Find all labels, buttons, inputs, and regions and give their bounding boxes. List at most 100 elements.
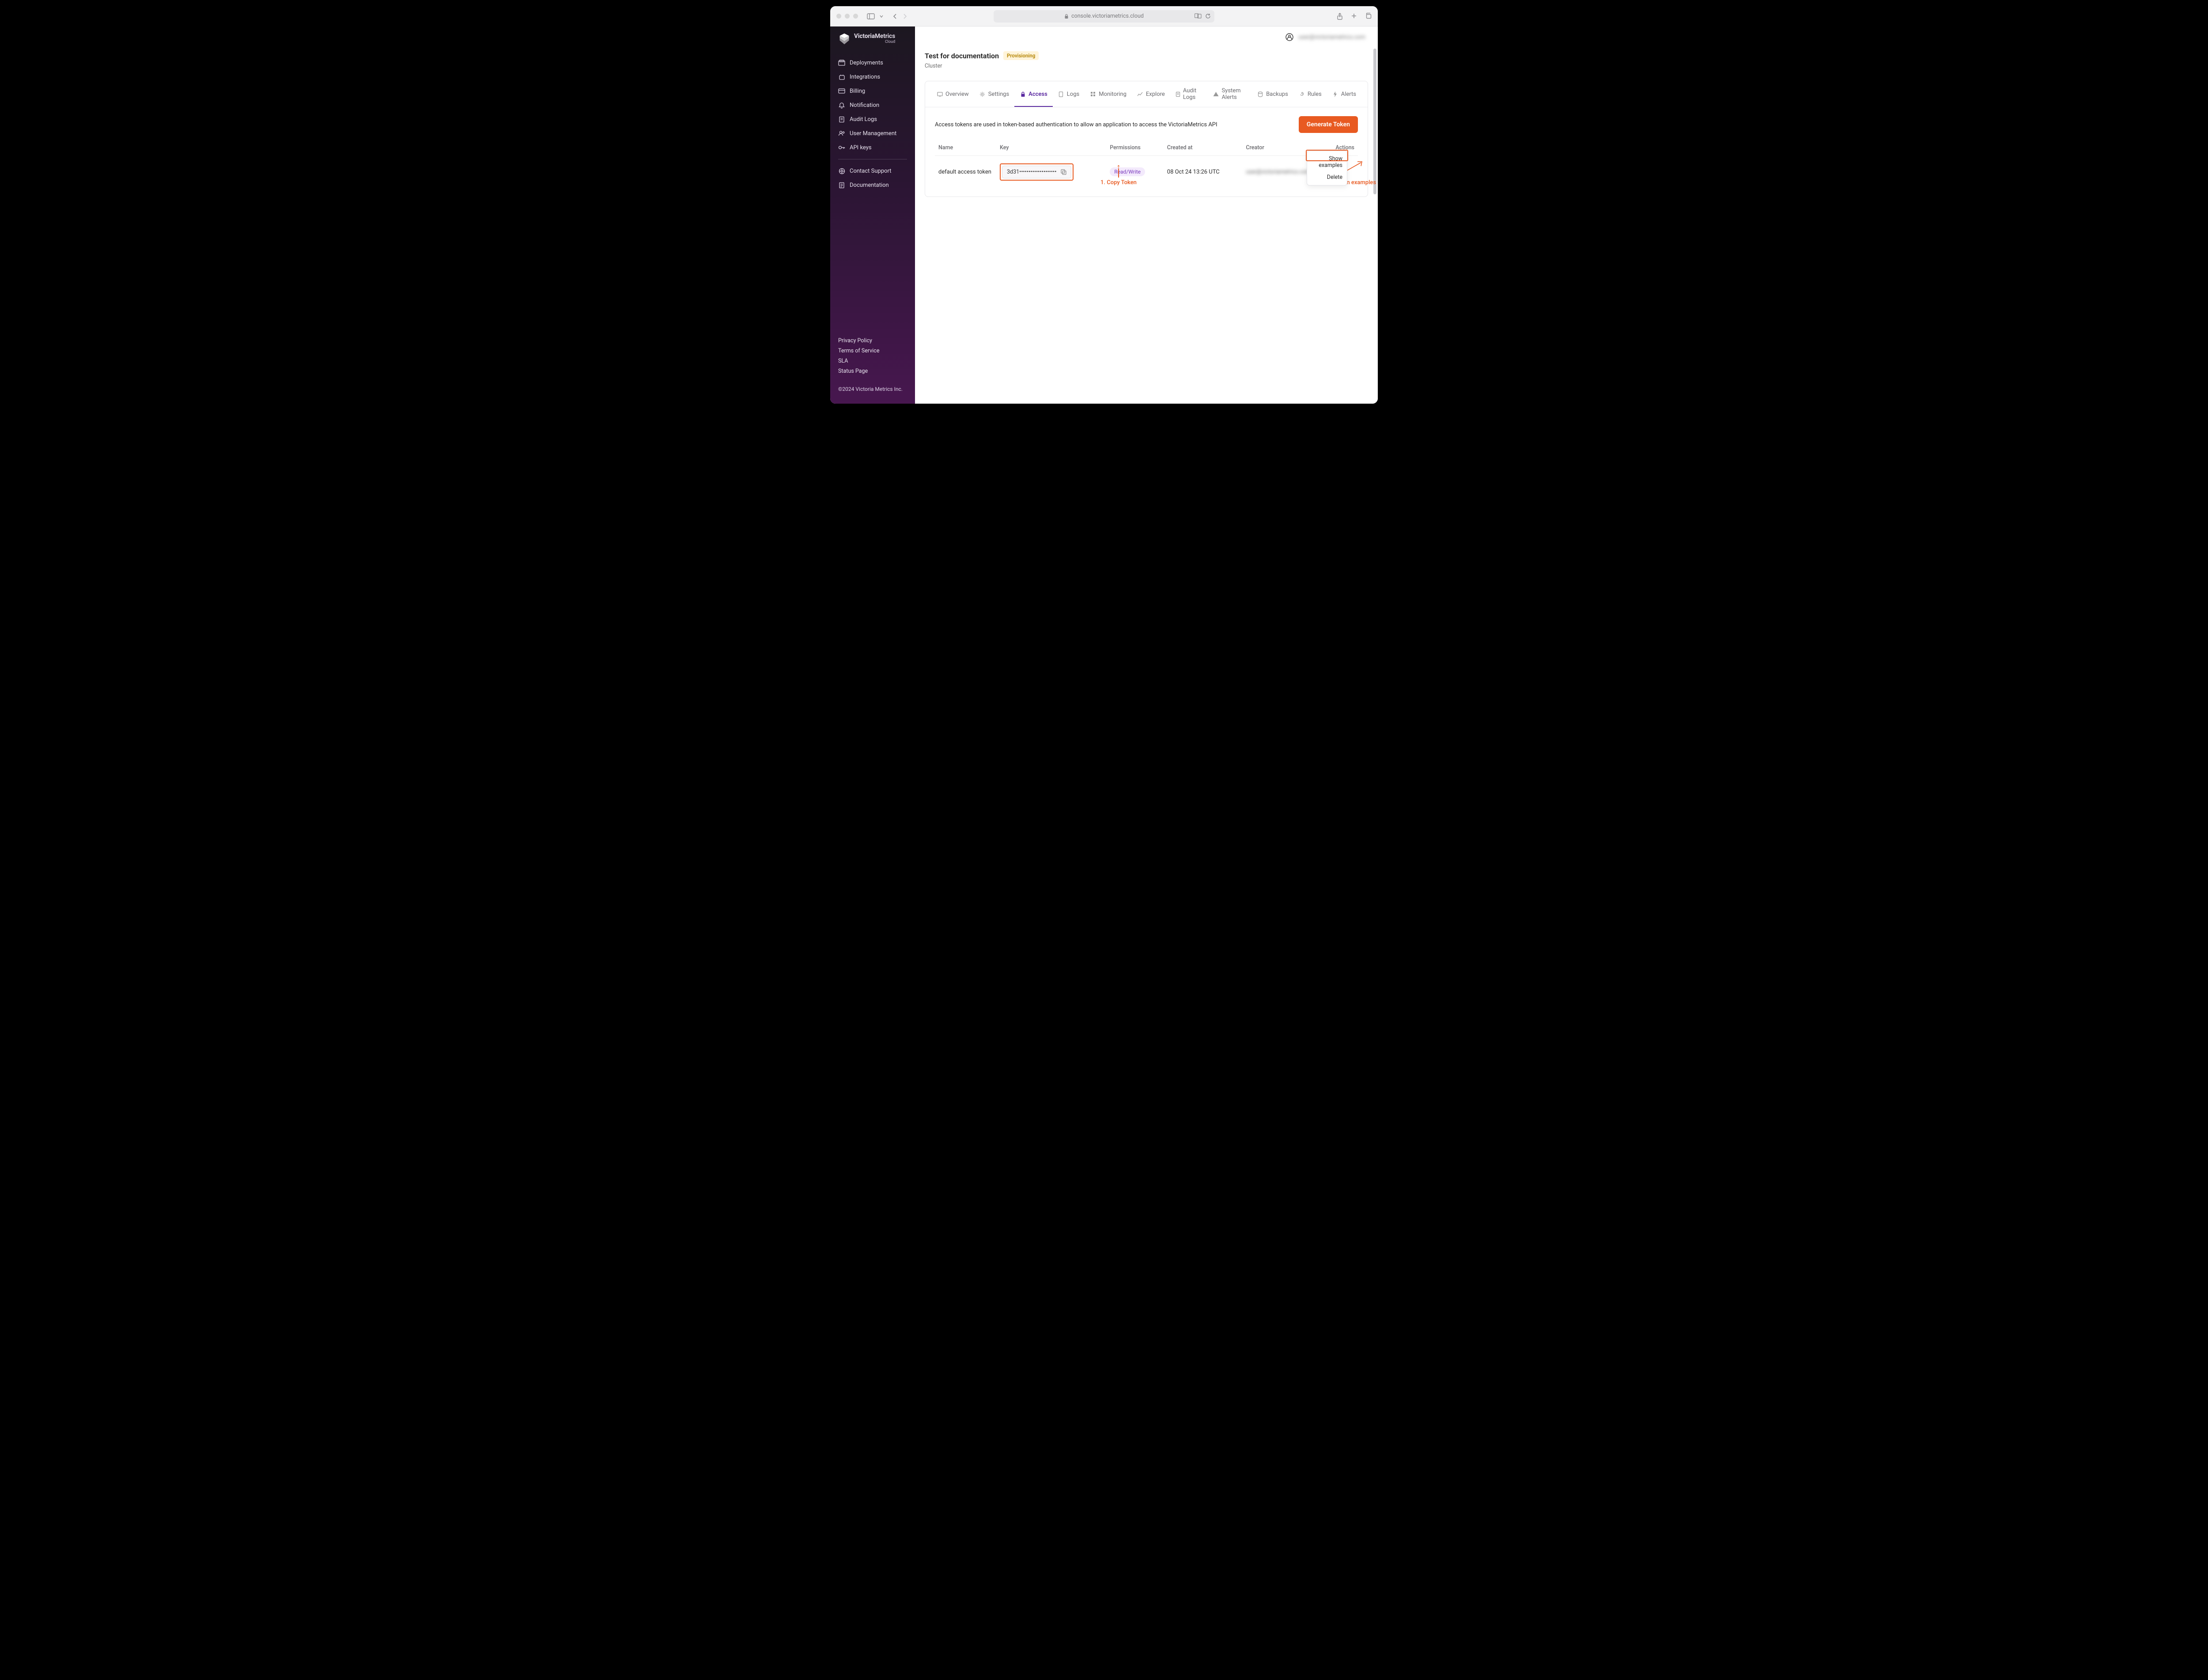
- tab-overview[interactable]: Overview: [931, 81, 974, 107]
- sidebar-item-apikeys[interactable]: API keys: [830, 140, 915, 155]
- header-user[interactable]: user@victoriametrics.com: [1285, 33, 1365, 42]
- tab-auditlogs[interactable]: Audit Logs: [1170, 81, 1208, 107]
- actions-dropdown: Show examples Delete: [1307, 151, 1347, 185]
- alerts-warn-icon: [1213, 91, 1219, 97]
- cell-name: default access token: [935, 156, 996, 188]
- settings-icon: [979, 91, 986, 97]
- reload-icon[interactable]: [1205, 13, 1211, 19]
- new-tab-icon[interactable]: [1351, 13, 1357, 20]
- creator-value: user@victoriametrics.com: [1246, 169, 1310, 175]
- tab-label: Settings: [988, 91, 1009, 98]
- footer-link-privacy[interactable]: Privacy Policy: [838, 337, 907, 344]
- auditlogs2-icon: [1176, 91, 1180, 97]
- nav-label: Contact Support: [850, 168, 892, 174]
- panel: Overview Settings Access Logs Monitoring…: [925, 81, 1368, 197]
- sidebar-footer: Privacy Policy Terms of Service SLA Stat…: [830, 337, 915, 397]
- tab-label: Overview: [945, 91, 969, 98]
- tab-label: Monitoring: [1099, 91, 1127, 98]
- forward-icon[interactable]: [902, 13, 907, 19]
- lock-icon: [1020, 91, 1026, 97]
- page-title: Test for documentation: [925, 52, 999, 60]
- titlebar: console.victoriametrics.cloud: [830, 6, 1378, 26]
- tab-alerts[interactable]: Alerts: [1327, 81, 1361, 107]
- footer-link-tos[interactable]: Terms of Service: [838, 348, 907, 354]
- explore-icon: [1137, 91, 1143, 97]
- col-name: Name: [935, 140, 996, 156]
- tabs-icon[interactable]: [1365, 13, 1372, 20]
- nav-label: Integrations: [850, 74, 880, 80]
- translate-icon[interactable]: [1195, 13, 1202, 19]
- tab-backups[interactable]: Backups: [1252, 81, 1293, 107]
- tab-logs[interactable]: Logs: [1053, 81, 1085, 107]
- tab-label: Audit Logs: [1183, 87, 1203, 101]
- nav-label: Audit Logs: [850, 116, 877, 123]
- billing-icon: [838, 87, 845, 95]
- nav-label: User Management: [850, 130, 896, 137]
- col-creator: Creator: [1242, 140, 1314, 156]
- cell-key: 3d31••••••••••••••••••••: [996, 156, 1106, 188]
- main-content: user@victoriametrics.com Test for docume…: [915, 26, 1378, 404]
- generate-token-button[interactable]: Generate Token: [1299, 116, 1358, 133]
- dropdown-delete[interactable]: Delete: [1307, 171, 1347, 183]
- tab-label: Logs: [1067, 91, 1079, 98]
- sidebar-item-deployments[interactable]: Deployments: [830, 56, 915, 70]
- status-badge: Provisioning: [1003, 51, 1039, 60]
- deployments-icon: [838, 59, 845, 66]
- tab-access[interactable]: Access: [1014, 81, 1053, 107]
- copyright: ©2024 Victoria Metrics Inc.: [838, 386, 907, 395]
- sidebar-item-integrations[interactable]: Integrations: [830, 70, 915, 84]
- tab-label: Backups: [1266, 91, 1288, 98]
- key-highlight: 3d31••••••••••••••••••••: [1000, 163, 1074, 181]
- tab-monitoring[interactable]: Monitoring: [1085, 81, 1132, 107]
- access-description: Access tokens are used in token-based au…: [935, 121, 1217, 128]
- logo[interactable]: VictoriaMetrics Cloud: [830, 33, 915, 50]
- monitoring-icon: [1090, 91, 1096, 97]
- tab-rules[interactable]: Rules: [1293, 81, 1327, 107]
- footer-link-sla[interactable]: SLA: [838, 358, 907, 364]
- panel-body: Access tokens are used in token-based au…: [925, 107, 1368, 197]
- tab-explore[interactable]: Explore: [1132, 81, 1170, 107]
- nav-label: Notification: [850, 102, 879, 109]
- dropdown-show-examples[interactable]: Show examples: [1307, 153, 1347, 171]
- tab-label: Alerts: [1341, 91, 1356, 98]
- chevron-down-icon[interactable]: [879, 14, 884, 19]
- tab-settings[interactable]: Settings: [974, 81, 1014, 107]
- auditlogs-icon: [838, 116, 845, 123]
- close-dot[interactable]: [836, 14, 841, 19]
- nav-label: Documentation: [850, 182, 889, 189]
- footer-link-status[interactable]: Status Page: [838, 368, 907, 375]
- cell-creator: user@victoriametrics.com: [1242, 156, 1314, 188]
- minimize-dot[interactable]: [845, 14, 850, 19]
- tab-label: Access: [1028, 91, 1047, 98]
- copy-icon[interactable]: [1061, 169, 1066, 175]
- annotation-text: 1. Copy Token: [1100, 179, 1137, 186]
- tab-label: Rules: [1308, 91, 1322, 98]
- nav-label: Billing: [850, 88, 865, 95]
- bolt-icon: [1332, 91, 1338, 97]
- browser-window: console.victoriametrics.cloud VictoriaMe…: [830, 6, 1378, 404]
- sidebar-nav: Deployments Integrations Billing Notific…: [830, 56, 915, 192]
- cell-created: 08 Oct 24 13:26 UTC: [1164, 156, 1243, 188]
- sidebar-item-notification[interactable]: Notification: [830, 98, 915, 112]
- sidebar-item-usermgmt[interactable]: User Management: [830, 126, 915, 140]
- share-icon[interactable]: [1337, 13, 1343, 20]
- logo-text: VictoriaMetrics Cloud: [854, 34, 895, 45]
- url-bar[interactable]: console.victoriametrics.cloud: [994, 10, 1214, 23]
- sidebar-toggle-icon[interactable]: [867, 13, 875, 19]
- page-title-row: Test for documentation Provisioning: [925, 51, 1368, 60]
- window-controls[interactable]: [836, 14, 858, 19]
- key-box[interactable]: 3d31••••••••••••••••••••: [1002, 166, 1071, 178]
- user-badge-icon: [1285, 33, 1294, 42]
- fullscreen-dot[interactable]: [853, 14, 858, 19]
- back-icon[interactable]: [892, 13, 898, 19]
- scrollbar[interactable]: [1373, 49, 1376, 401]
- lock-icon: [1064, 14, 1069, 19]
- tokens-table: Name Key Permissions Created at Creator …: [935, 140, 1358, 188]
- sidebar-item-support[interactable]: Contact Support: [830, 164, 915, 178]
- sidebar-item-docs[interactable]: Documentation: [830, 178, 915, 192]
- sidebar: VictoriaMetrics Cloud Deployments Integr…: [830, 26, 915, 404]
- tab-systemalerts[interactable]: System Alerts: [1208, 81, 1252, 107]
- rules-icon: [1299, 91, 1305, 97]
- sidebar-item-auditlogs[interactable]: Audit Logs: [830, 112, 915, 126]
- sidebar-item-billing[interactable]: Billing: [830, 84, 915, 98]
